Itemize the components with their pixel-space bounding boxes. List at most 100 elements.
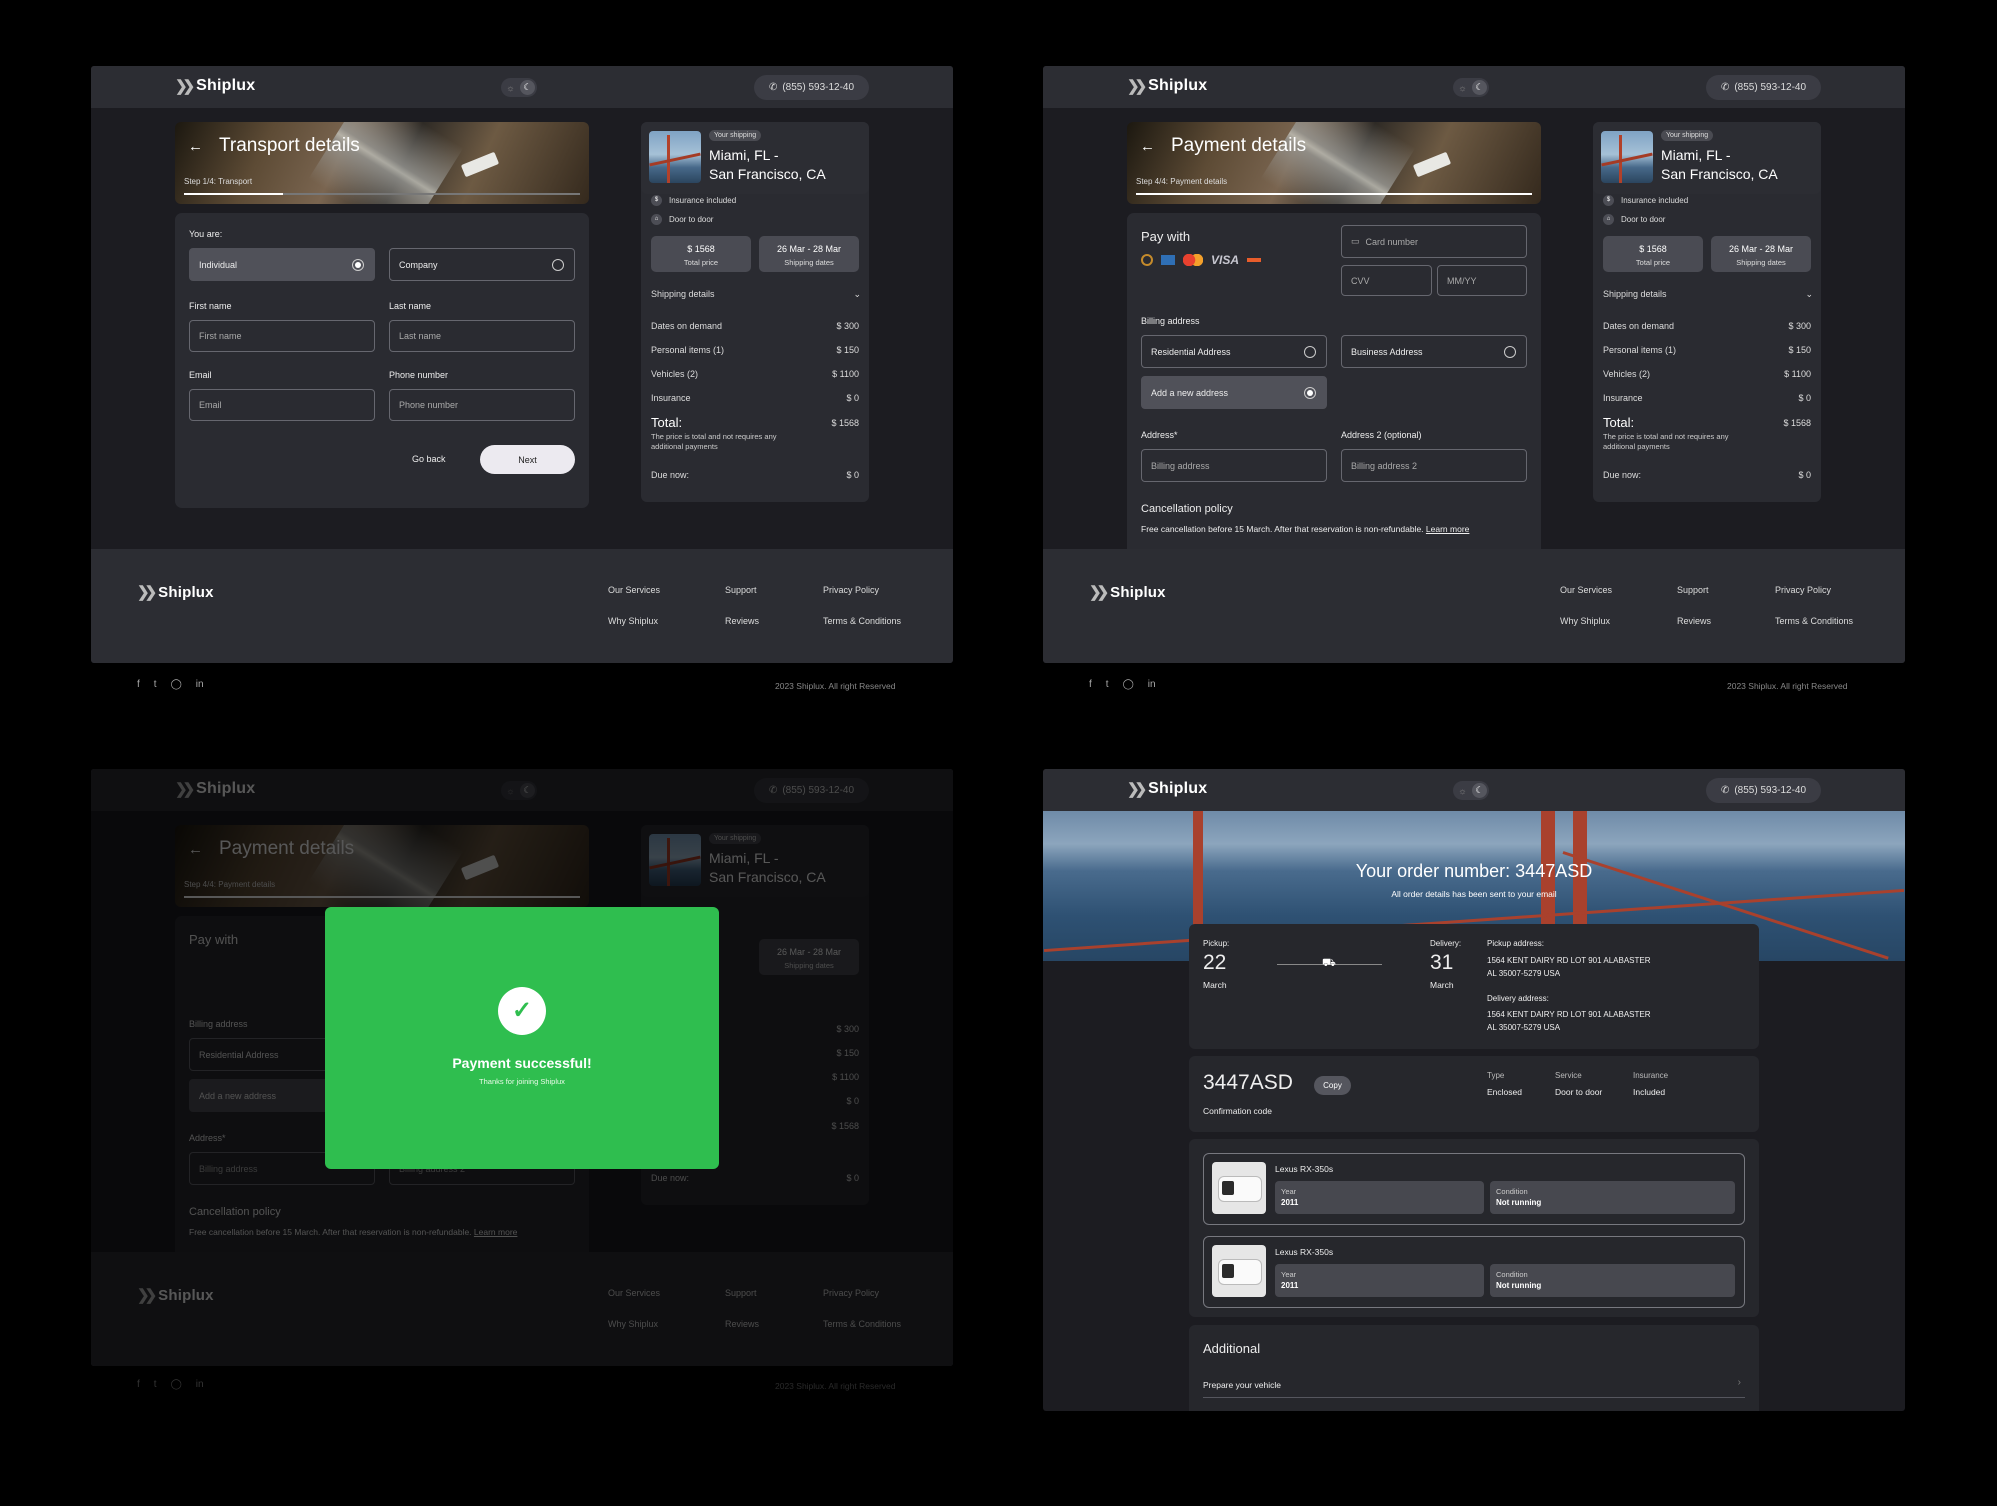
chevron-right-icon[interactable]: › [1738, 1377, 1741, 1388]
footer-link[interactable]: Our Services [608, 585, 660, 595]
footer-link[interactable]: Our Services [1560, 585, 1612, 595]
card-number-input[interactable]: ▭ Card number [1341, 225, 1527, 258]
twitter-icon[interactable]: t [1106, 679, 1109, 690]
prepare-vehicle-item[interactable]: Prepare your vehicle [1203, 1380, 1281, 1390]
due-value: $ 0 [846, 470, 859, 480]
payment-screen: ❯❯ Shiplux ☼ ☾ ✆ (855) 593-12-40 ← Payment … [1043, 66, 1905, 663]
footer-link[interactable]: Reviews [725, 616, 759, 626]
facebook-icon[interactable]: f [1089, 679, 1092, 690]
site-footer: ❯❯Shiplux Our Services Support Privacy P… [1043, 549, 1905, 663]
sun-icon: ☼ [1458, 82, 1467, 93]
learn-more-link[interactable]: Learn more [1426, 524, 1469, 534]
your-shipping-tag: Your shipping [709, 130, 762, 141]
footer-link[interactable]: Why Shiplux [608, 616, 658, 626]
footer-link[interactable]: Why Shiplux [1560, 616, 1610, 626]
total-price-box: $ 1568 Total price [1603, 236, 1703, 272]
your-shipping-tag: Your shipping [1661, 130, 1714, 141]
footer-link[interactable]: Terms & Conditions [1775, 616, 1853, 626]
total-label: Total: [651, 415, 683, 430]
footer-link[interactable]: Support [1677, 585, 1709, 595]
footer-link[interactable]: Reviews [1677, 616, 1711, 626]
linkedin-icon[interactable]: in [196, 1379, 204, 1390]
vehicle-year: Year 2011 [1275, 1264, 1484, 1297]
summary-row-label: Insurance [1603, 393, 1643, 403]
insurance-icon: $ [651, 195, 662, 206]
expiry-input[interactable]: MM/YY [1437, 265, 1527, 296]
logo[interactable]: ❯❯Shiplux [1127, 77, 1207, 95]
facebook-icon[interactable]: f [137, 1379, 140, 1390]
instagram-icon[interactable]: ◯ [171, 679, 182, 690]
insurance-feature: $ Insurance included [1603, 195, 1688, 206]
company-radio[interactable]: Company [389, 248, 575, 281]
footer-link[interactable]: Privacy Policy [823, 585, 879, 595]
type-value: Enclosed [1487, 1087, 1522, 1097]
cvv-input[interactable]: CVV [1341, 265, 1432, 296]
individual-radio[interactable]: Individual [189, 248, 375, 281]
cancellation-title: Cancellation policy [1141, 503, 1233, 515]
logo[interactable]: ❯❯Shiplux [1127, 780, 1207, 798]
bitcoin-icon [1141, 254, 1153, 266]
add-address-radio[interactable]: Add a new address [1141, 376, 1327, 409]
shipping-details-toggle[interactable]: Shipping details ⌄ [1603, 289, 1813, 299]
additional-card: Additional Prepare your vehicle › [1189, 1325, 1759, 1411]
home-icon: ⌂ [651, 214, 662, 225]
footer-logo[interactable]: ❯❯Shiplux [137, 583, 214, 602]
phone-button[interactable]: ✆(855) 593-12-40 [1706, 75, 1821, 100]
schedule-card: Pickup: 22 March ⛟ Delivery: 31 March Pi… [1189, 924, 1759, 1049]
social-links: f t ◯ in [137, 679, 204, 690]
footer-link[interactable]: Terms & Conditions [823, 616, 901, 626]
phone-button[interactable]: ✆(855) 593-12-40 [754, 75, 869, 100]
theme-toggle[interactable]: ☼☾ [501, 78, 537, 97]
vehicle-item[interactable]: Lexus RX-350s Year 2011 Condition Not runn… [1203, 1236, 1745, 1308]
copy-button[interactable]: Copy [1314, 1076, 1351, 1095]
facebook-icon[interactable]: f [137, 679, 140, 690]
delivery-address: 1564 KENT DAIRY RD LOT 901 ALABASTER [1487, 1010, 1651, 1019]
back-arrow-icon[interactable]: ← [1140, 138, 1155, 155]
moon-icon: ☾ [1472, 80, 1487, 95]
site-header: ❯❯Shiplux ☼☾ ✆(855) 593-12-40 [1043, 769, 1905, 811]
payment-hero: ← Payment details Step 4/4: Payment deta… [1127, 122, 1541, 204]
last-name-input[interactable]: Last name [389, 320, 575, 352]
phone-icon: ✆ [1720, 785, 1730, 796]
door-feature: ⌂ Door to door [1603, 214, 1665, 225]
business-radio[interactable]: Business Address [1341, 335, 1527, 368]
dates-box: 26 Mar - 28 MarShipping dates [1711, 236, 1811, 272]
footer-link[interactable]: Privacy Policy [1775, 585, 1831, 595]
dim-social-area: f t ◯ in 2023 Shiplux. All right Reserved [91, 1366, 953, 1396]
address-input[interactable]: Billing address [1141, 449, 1327, 482]
go-back-button[interactable]: Go back [412, 454, 446, 464]
theme-toggle[interactable]: ☼☾ [1453, 78, 1489, 97]
twitter-icon[interactable]: t [154, 679, 157, 690]
vehicle-condition: Condition Not running [1490, 1264, 1735, 1297]
theme-toggle[interactable]: ☼☾ [1453, 781, 1489, 800]
first-name-input[interactable]: First name [189, 320, 375, 352]
copyright: 2023 Shiplux. All right Reserved [1727, 681, 1848, 691]
email-input[interactable]: Email [189, 389, 375, 421]
residential-radio[interactable]: Residential Address [1141, 335, 1327, 368]
vehicle-name: Lexus RX-350s [1275, 1247, 1334, 1257]
linkedin-icon[interactable]: in [196, 679, 204, 690]
logo[interactable]: ❯❯Shiplux [175, 77, 255, 95]
footer-logo[interactable]: ❯❯Shiplux [1089, 583, 1166, 602]
footer-link[interactable]: Support [725, 585, 757, 595]
next-button[interactable]: Next [480, 445, 575, 474]
twitter-icon[interactable]: t [154, 1379, 157, 1390]
back-arrow-icon[interactable]: ← [188, 138, 203, 155]
pay-with-label: Pay with [1141, 229, 1191, 244]
instagram-icon[interactable]: ◯ [171, 1379, 182, 1390]
vehicle-condition: Condition Not running [1490, 1181, 1735, 1214]
email-label: Email [189, 370, 212, 380]
shipping-details-toggle[interactable]: Shipping details ⌄ [651, 289, 861, 299]
linkedin-icon[interactable]: in [1148, 679, 1156, 690]
address2-input[interactable]: Billing address 2 [1341, 449, 1527, 482]
phone-button[interactable]: ✆(855) 593-12-40 [1706, 778, 1821, 803]
pickup-address: 1564 KENT DAIRY RD LOT 901 ALABASTER [1487, 956, 1651, 965]
phone-input[interactable]: Phone number [389, 389, 575, 421]
summary-top: Your shipping Miami, FL -San Francisco, … [641, 122, 869, 194]
logo-chevron-icon: ❯❯ [137, 584, 157, 601]
transport-hero: ← Transport details Step 1/4: Transport [175, 122, 589, 204]
instagram-icon[interactable]: ◯ [1123, 679, 1134, 690]
summary-row-label: Dates on demand [1603, 321, 1675, 331]
vehicle-item[interactable]: Lexus RX-350s Year 2011 Condition Not runn… [1203, 1153, 1745, 1225]
mastercard-icon [1183, 254, 1203, 266]
